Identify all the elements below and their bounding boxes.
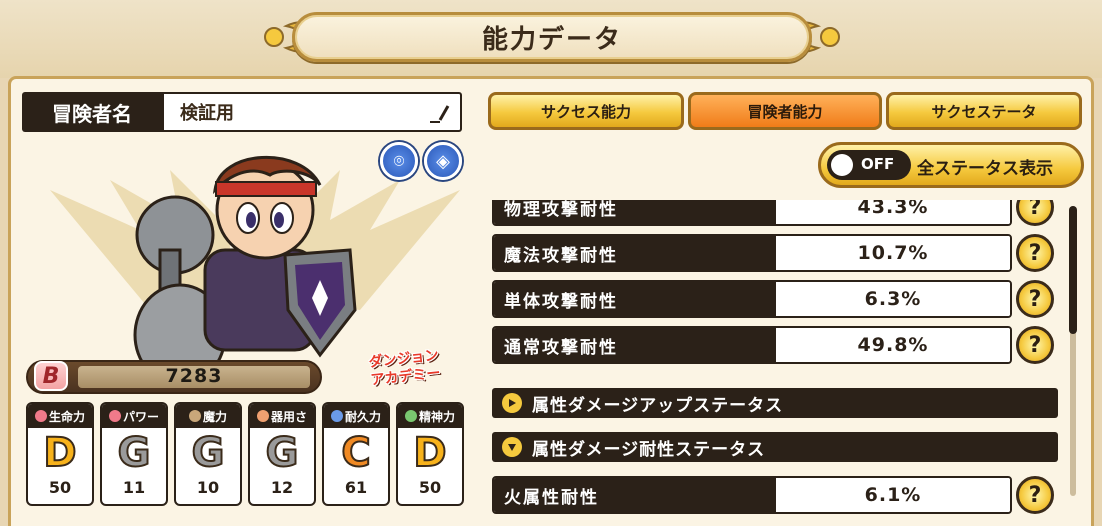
list-item: 単体攻撃耐性 6.3%: [492, 280, 1012, 318]
stat-label: 精神力: [418, 409, 455, 424]
row-label: 魔法攻撃耐性: [494, 236, 776, 270]
toggle-knob: [831, 154, 853, 176]
arm-icon: [108, 410, 121, 422]
adventurer-name-field[interactable]: 検証用: [162, 92, 462, 132]
power-bar: 7283: [26, 360, 322, 394]
list-item: 魔法攻撃耐性 10.7%: [492, 234, 1012, 272]
stat-label: 生命力: [48, 409, 85, 424]
stat-grade: G: [265, 429, 300, 477]
row-label: 通常攻撃耐性: [494, 328, 776, 362]
stat-card-vitality: 生命力 D 50: [26, 402, 94, 506]
stat-card-magic: 魔力 G 10: [174, 402, 242, 506]
stat-value: 61: [344, 478, 368, 497]
hand-icon: [256, 410, 269, 422]
section-label: 属性ダメージ耐性ステータス: [532, 439, 766, 460]
stat-value: 10: [196, 478, 220, 497]
stat-value: 50: [418, 478, 442, 497]
stat-card-dexterity: 器用さ G 12: [248, 402, 316, 506]
row-value: 10.7%: [776, 236, 1010, 270]
stat-grade: D: [42, 429, 77, 477]
row-label: 単体攻撃耐性: [494, 282, 776, 316]
section-header-damage-up[interactable]: 属性ダメージアップステータス: [492, 388, 1058, 418]
row-label: 物理攻撃耐性: [494, 200, 776, 224]
tab-adventurer-ability[interactable]: 冒険者能力: [688, 92, 882, 130]
page-title: 能力データ: [481, 24, 622, 55]
row-value: 43.3%: [776, 200, 1010, 224]
adventurer-name-label: 冒険者名: [22, 92, 162, 132]
section-header-damage-resist[interactable]: 属性ダメージ耐性ステータス: [492, 432, 1058, 462]
row-value: 49.8%: [776, 328, 1010, 362]
stat-grade: D: [412, 429, 447, 477]
stat-card-power: パワー G 11: [100, 402, 168, 506]
row-value: 6.3%: [776, 282, 1010, 316]
stat-card-spirit: 精神力 D 50: [396, 402, 464, 506]
toggle-label: 全ステータス表示: [917, 159, 1053, 179]
toggle-switch[interactable]: OFF: [827, 150, 911, 180]
chevron-down-icon: [502, 437, 522, 457]
list-item: 物理攻撃耐性 43.3%: [492, 200, 1012, 226]
stat-label: 耐久力: [344, 409, 381, 424]
play-arrow-icon: [502, 393, 522, 413]
stat-value: 12: [270, 478, 294, 497]
toggle-state: OFF: [861, 155, 895, 173]
stat-grade: G: [117, 429, 152, 477]
list-item: 通常攻撃耐性 49.8%: [492, 326, 1012, 364]
help-button[interactable]: ?: [1016, 326, 1054, 364]
antenna-icon[interactable]: ⌾: [380, 142, 418, 180]
wand-icon: [188, 410, 201, 422]
scrollbar-thumb[interactable]: [1069, 206, 1077, 334]
tab-success-data[interactable]: サクセステータ: [886, 92, 1082, 130]
power-value: 7283: [165, 365, 223, 387]
help-button[interactable]: ?: [1016, 280, 1054, 318]
help-button[interactable]: ?: [1016, 476, 1054, 514]
section-label: 属性ダメージアップステータス: [532, 395, 784, 416]
stat-label: 魔力: [202, 409, 227, 424]
heart-icon: [34, 410, 47, 422]
stat-label: 器用さ: [270, 409, 307, 424]
help-button[interactable]: ?: [1016, 234, 1054, 272]
water-drop-icon[interactable]: ◈: [424, 142, 462, 180]
pen-icon[interactable]: [428, 102, 450, 124]
show-all-status-toggle[interactable]: OFF 全ステータス表示: [818, 142, 1084, 188]
tab-success-ability[interactable]: サクセス能力: [488, 92, 684, 130]
adventurer-name-value: 検証用: [180, 103, 234, 124]
row-label: 火属性耐性: [494, 478, 776, 512]
spirit-icon: [404, 410, 417, 422]
title-plate: 能力データ: [292, 12, 812, 62]
list-item: 火属性耐性 6.1%: [492, 476, 1012, 514]
rank-badge: B: [34, 361, 68, 391]
help-button[interactable]: ?: [1016, 200, 1054, 226]
stat-value: 11: [122, 478, 146, 497]
stat-value: 50: [48, 478, 72, 497]
row-value: 6.1%: [776, 478, 1010, 512]
stat-label: パワー: [122, 409, 159, 424]
stat-grade: C: [340, 429, 371, 477]
shield-icon: [330, 410, 343, 422]
stat-grade: G: [191, 429, 226, 477]
status-list[interactable]: 物理攻撃耐性 43.3% ? 魔法攻撃耐性 10.7% ? 単体攻撃耐性 6.3…: [492, 200, 1066, 526]
stat-card-endurance: 耐久力 C 61: [322, 402, 390, 506]
